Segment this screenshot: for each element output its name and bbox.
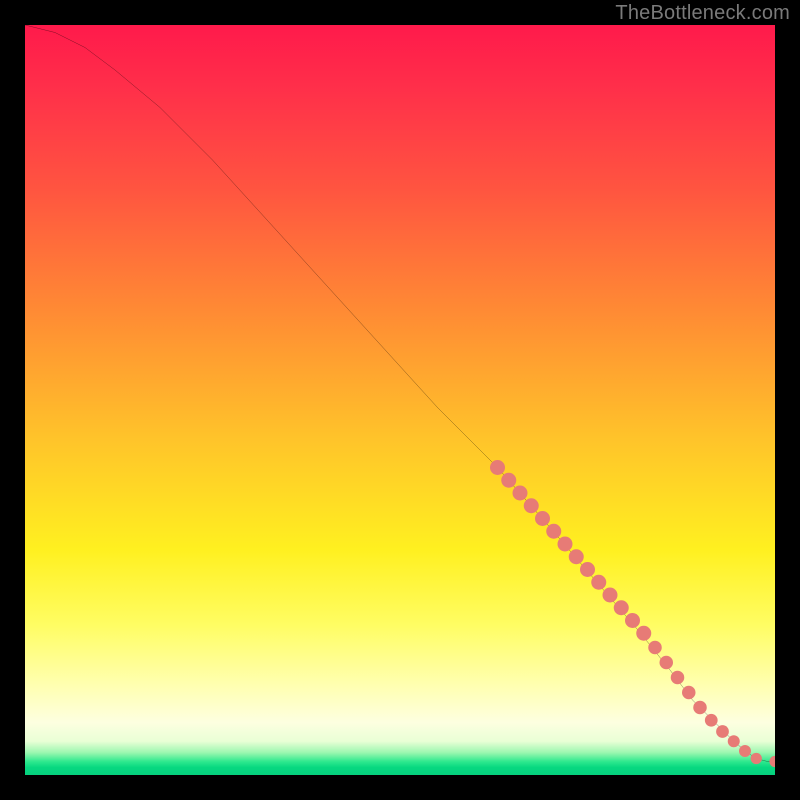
- data-marker: [558, 537, 573, 552]
- data-marker: [705, 714, 718, 727]
- data-marker: [739, 745, 751, 757]
- data-markers: [490, 460, 775, 767]
- data-marker: [728, 735, 740, 747]
- attribution-text: TheBottleneck.com: [615, 2, 790, 25]
- data-marker: [682, 686, 696, 700]
- data-marker: [513, 486, 528, 501]
- data-marker: [490, 460, 505, 475]
- data-marker: [524, 498, 539, 513]
- data-marker: [636, 626, 651, 641]
- data-marker: [769, 756, 775, 767]
- data-marker: [751, 753, 762, 764]
- chart-stage: TheBottleneck.com: [0, 0, 800, 800]
- data-marker: [501, 473, 516, 488]
- data-marker: [716, 725, 729, 738]
- data-marker: [693, 701, 707, 715]
- data-marker: [591, 575, 606, 590]
- data-marker: [625, 613, 640, 628]
- bottleneck-curve: [25, 25, 775, 762]
- data-marker: [660, 656, 674, 670]
- data-marker: [671, 671, 685, 685]
- data-marker: [569, 549, 584, 564]
- data-marker: [580, 562, 595, 577]
- plot-area: [25, 25, 775, 775]
- data-marker: [546, 524, 561, 539]
- data-marker: [648, 641, 662, 655]
- chart-svg: [25, 25, 775, 775]
- data-marker: [603, 588, 618, 603]
- data-marker: [535, 511, 550, 526]
- data-marker: [614, 600, 629, 615]
